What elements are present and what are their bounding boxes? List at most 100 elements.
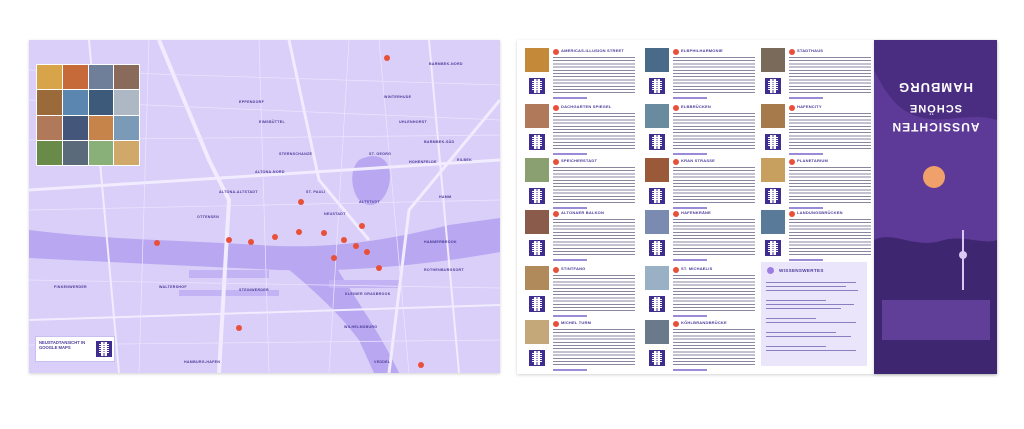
qr-code-icon[interactable]: [765, 78, 781, 94]
entry-text: [789, 219, 871, 257]
entry-photo: [645, 48, 669, 72]
district-label: FINKENWERDER: [54, 285, 87, 289]
entry-title: ALTONAER BALKON: [561, 210, 605, 215]
guide-entry: ELBBRÜCKEN: [645, 100, 757, 160]
guide-entry: STINTFANG: [525, 262, 637, 322]
marker-icon: [789, 211, 795, 217]
district-label: ALTONA-NORD: [255, 170, 285, 174]
guide-entry: HAFENCITY: [761, 100, 873, 160]
qr-code-icon[interactable]: [765, 188, 781, 204]
entry-title: PLANETARIUM: [797, 158, 829, 163]
entry-text: [789, 113, 871, 151]
guide-entry: KRAN STRASSE: [645, 154, 757, 214]
entry-text: [553, 113, 635, 151]
guide-entry: SPEICHERSTADT: [525, 154, 637, 214]
qr-code-icon[interactable]: [529, 296, 545, 312]
entry-photo: [761, 210, 785, 234]
entry-photo: [761, 48, 785, 72]
district-label: HAMM: [439, 195, 452, 199]
marker-icon: [553, 159, 559, 165]
entry-photo: [525, 104, 549, 128]
marker-icon: [553, 321, 559, 327]
marker-icon: [673, 105, 679, 111]
entry-link[interactable]: [673, 259, 707, 261]
entry-text: [673, 329, 755, 367]
district-label: EIMSBÜTTEL: [259, 120, 285, 124]
entry-title: AMERICAS-ILLUSION STREET: [561, 48, 625, 53]
entry-link[interactable]: [789, 259, 823, 261]
entry-photo: [761, 104, 785, 128]
marker-icon: [789, 49, 795, 55]
marker-icon: [673, 321, 679, 327]
entry-photo: [761, 158, 785, 182]
entry-link[interactable]: [789, 97, 823, 99]
marker-icon: [789, 159, 795, 165]
entry-photo: [645, 210, 669, 234]
district-label: WILHELMSBURG: [344, 325, 378, 329]
entry-text: [789, 167, 871, 205]
cover-title-schoene: SCHÖNE: [908, 102, 963, 114]
qr-code-icon[interactable]: [649, 240, 665, 256]
guide-entry: PLANETARIUM: [761, 154, 873, 214]
cover-panel: HAMBURG SCHÖNE AUSSICHTEN: [874, 40, 997, 374]
entry-photo: [525, 320, 549, 344]
entry-title: MICHEL TURM: [561, 320, 592, 325]
qr-code-icon[interactable]: [765, 134, 781, 150]
qr-code-icon[interactable]: [765, 240, 781, 256]
district-label: ALTONA-ALTSTADT: [219, 190, 258, 194]
qr-code-icon[interactable]: [529, 240, 545, 256]
qr-code-icon[interactable]: [529, 188, 545, 204]
entry-link[interactable]: [553, 369, 587, 371]
qr-code-icon[interactable]: [649, 188, 665, 204]
qr-code-icon[interactable]: [649, 350, 665, 366]
marker-icon: [673, 159, 679, 165]
district-label: ST. PAULI: [306, 190, 326, 194]
entry-text: [553, 329, 635, 367]
qr-code-icon[interactable]: [529, 78, 545, 94]
entry-title: HAFENCITY: [797, 104, 822, 109]
entry-link[interactable]: [673, 97, 707, 99]
entry-text: [673, 219, 755, 257]
district-label: STERNSCHANZE: [279, 152, 313, 156]
entry-text: [673, 275, 755, 313]
entry-title: STADTHAUS: [797, 48, 824, 53]
entry-link[interactable]: [553, 97, 587, 99]
guide-entry: KÖHLBRANDBRÜCKE: [645, 316, 757, 376]
marker-icon: [673, 211, 679, 217]
district-label: ST. GEORG: [369, 152, 392, 156]
entry-title: STINTFANG: [561, 266, 586, 271]
entry-title: ELBBRÜCKEN: [681, 104, 711, 109]
district-label: WINTERHUDE: [384, 95, 412, 99]
map-sheet: BARMBEK-NORD WINTERHUDE UHLENHORST EPPEN…: [29, 40, 500, 373]
tips-box: WISSENSWERTES: [761, 262, 867, 366]
entry-text: [673, 57, 755, 95]
entry-title: KÖHLBRANDBRÜCKE: [681, 320, 727, 325]
qr-code-icon: [96, 341, 112, 357]
district-label: BARMBEK-SÜD: [424, 140, 455, 144]
entry-link[interactable]: [673, 369, 707, 371]
guide-entry: ALTONAER BALKON: [525, 206, 637, 266]
qr-code-icon[interactable]: [649, 134, 665, 150]
qr-code-icon[interactable]: [529, 350, 545, 366]
district-label: STEINWERDER: [239, 288, 269, 292]
guide-entry: MICHEL TURM: [525, 316, 637, 376]
map-qr-box[interactable]: NEUSTADTANSICHT IN GOOGLE MAPS: [35, 336, 115, 362]
guide-entry: STADTHAUS: [761, 44, 873, 104]
guide-entry: DACHGARTEN SPIEGEL: [525, 100, 637, 160]
entry-text: [553, 57, 635, 95]
marker-icon: [553, 211, 559, 217]
guide-entry: ST. MICHAELIS: [645, 262, 757, 322]
entry-link[interactable]: [553, 259, 587, 261]
qr-code-icon[interactable]: [529, 134, 545, 150]
marker-icon: [789, 105, 795, 111]
cover-title-aussichten: AUSSICHTEN: [891, 120, 980, 134]
guide-entry: ELBPHILHARMONIE: [645, 44, 757, 104]
entry-title: ELBPHILHARMONIE: [681, 48, 723, 53]
district-label: ROTHENBURGSORT: [424, 268, 464, 272]
qr-code-icon[interactable]: [649, 296, 665, 312]
guide-entry: AMERICAS-ILLUSION STREET: [525, 44, 637, 104]
qr-code-icon[interactable]: [649, 78, 665, 94]
map-qr-label: NEUSTADTANSICHT IN GOOGLE MAPS: [39, 340, 86, 350]
marker-icon: [673, 49, 679, 55]
cover-stamp-badge: [923, 166, 945, 188]
